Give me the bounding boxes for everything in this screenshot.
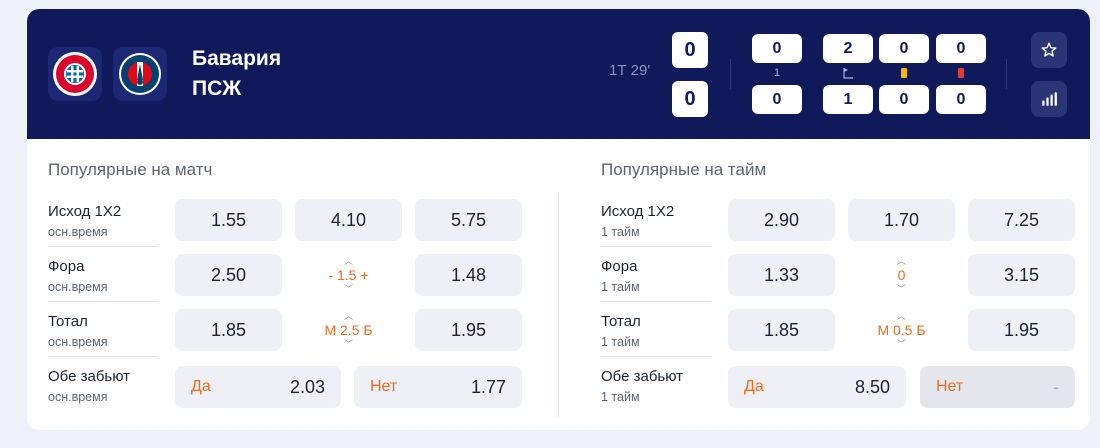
match-markets-title: Популярные на матч bbox=[48, 160, 213, 179]
yes-label: Да bbox=[744, 378, 764, 395]
market-period: осн.время bbox=[48, 280, 108, 294]
odd-button-total-under[interactable]: 1.85 bbox=[175, 309, 282, 351]
chevron-up-icon[interactable]: ︿ bbox=[897, 257, 906, 266]
market-period: 1 тайм bbox=[601, 335, 640, 349]
no-odd: 1.77 bbox=[470, 376, 506, 397]
no-odd: - bbox=[1053, 376, 1059, 397]
star-icon bbox=[1041, 42, 1057, 57]
market-period: осн.время bbox=[48, 225, 108, 239]
market-label: Исход 1Х2 осн.время bbox=[48, 199, 158, 247]
market-label: Тотал осн.время bbox=[48, 309, 158, 357]
stat-home-period: 0 bbox=[752, 34, 802, 63]
market-label: Тотал 1 тайм bbox=[601, 309, 711, 357]
market-name: Тотал bbox=[48, 313, 88, 330]
header-divider bbox=[730, 59, 731, 89]
favorite-button[interactable] bbox=[1031, 32, 1067, 68]
stat-away-yellow: 0 bbox=[879, 85, 929, 114]
chevron-up-icon[interactable]: ︿ bbox=[897, 312, 906, 321]
odd-button-handicap-home[interactable]: 1.33 bbox=[728, 254, 835, 296]
period-label: 1 bbox=[773, 67, 781, 79]
yellow-card-icon bbox=[879, 66, 929, 80]
odd-button-btts-yes[interactable]: Да 8.50 bbox=[728, 366, 906, 408]
odd-button-btts-yes[interactable]: Да 2.03 bbox=[175, 366, 341, 408]
psg-logo bbox=[113, 47, 167, 101]
market-name: Обе забьют bbox=[48, 368, 131, 385]
odd-button-total-over[interactable]: 1.95 bbox=[415, 309, 522, 351]
odd-button-handicap-away[interactable]: 1.48 bbox=[415, 254, 522, 296]
chevron-down-icon[interactable]: ﹀ bbox=[344, 340, 353, 349]
market-period: 1 тайм bbox=[601, 280, 640, 294]
market-name: Фора bbox=[48, 258, 85, 275]
market-label: Обе забьют 1 тайм bbox=[601, 364, 711, 412]
home-score: 0 bbox=[672, 32, 708, 68]
home-team-name: Бавария bbox=[192, 47, 282, 70]
bayern-logo bbox=[48, 47, 102, 101]
away-score: 0 bbox=[672, 81, 708, 117]
odd-button-btts-no[interactable]: Нет 1.77 bbox=[354, 366, 522, 408]
odd-button-home[interactable]: 2.90 bbox=[728, 199, 835, 241]
no-label: Нет bbox=[370, 378, 398, 395]
odd-button-btts-no: Нет - bbox=[920, 366, 1075, 408]
total-line: М 0.5 Б bbox=[877, 322, 926, 338]
stat-away-corners: 1 bbox=[823, 85, 873, 114]
no-label: Нет bbox=[936, 378, 964, 395]
stat-away-red: 0 bbox=[936, 85, 986, 114]
match-period: 1Т 29' bbox=[609, 62, 651, 79]
psg-crest-icon bbox=[119, 53, 161, 95]
chevron-down-icon[interactable]: ﹀ bbox=[897, 340, 906, 349]
market-name: Фора bbox=[601, 258, 638, 275]
chevron-up-icon[interactable]: ︿ bbox=[344, 257, 353, 266]
market-period: осн.время bbox=[48, 390, 108, 404]
handicap-selector[interactable]: ︿ 0 ﹀ bbox=[848, 254, 955, 296]
total-selector[interactable]: ︿ М 2.5 Б ﹀ bbox=[295, 309, 402, 351]
chevron-up-icon[interactable]: ︿ bbox=[344, 312, 353, 321]
market-name: Исход 1Х2 bbox=[601, 203, 675, 220]
market-name: Исход 1Х2 bbox=[48, 203, 122, 220]
odd-button-home[interactable]: 1.55 bbox=[175, 199, 282, 241]
statistics-button[interactable] bbox=[1031, 81, 1067, 117]
total-line: М 2.5 Б bbox=[324, 322, 373, 338]
odd-button-handicap-home[interactable]: 2.50 bbox=[175, 254, 282, 296]
odd-button-away[interactable]: 7.25 bbox=[968, 199, 1075, 241]
market-period: 1 тайм bbox=[601, 390, 640, 404]
stat-home-yellow: 0 bbox=[879, 34, 929, 63]
total-selector[interactable]: ︿ М 0.5 Б ﹀ bbox=[848, 309, 955, 351]
market-label: Фора осн.время bbox=[48, 254, 158, 302]
odd-button-away[interactable]: 5.75 bbox=[415, 199, 522, 241]
half-markets-title: Популярные на тайм bbox=[601, 160, 767, 179]
market-name: Обе забьют bbox=[601, 368, 684, 385]
handicap-line: - 1.5 + bbox=[328, 267, 369, 283]
odd-button-total-under[interactable]: 1.85 bbox=[728, 309, 835, 351]
chevron-down-icon[interactable]: ﹀ bbox=[897, 285, 906, 294]
market-label: Обе забьют осн.время bbox=[48, 364, 158, 412]
market-label: Фора 1 тайм bbox=[601, 254, 711, 302]
yes-label: Да bbox=[191, 378, 211, 395]
market-period: 1 тайм bbox=[601, 225, 640, 239]
match-card: Бавария ПСЖ 1Т 29' 0 0 0 2 0 0 1 0 1 0 0 bbox=[27, 9, 1090, 430]
market-period: осн.время bbox=[48, 335, 108, 349]
handicap-selector[interactable]: ︿ - 1.5 + ﹀ bbox=[295, 254, 402, 296]
stat-away-period: 0 bbox=[752, 85, 802, 114]
chevron-down-icon[interactable]: ﹀ bbox=[344, 285, 353, 294]
market-name: Тотал bbox=[601, 313, 641, 330]
bar-chart-icon bbox=[1042, 92, 1057, 106]
header-divider bbox=[1006, 59, 1007, 89]
odd-button-draw[interactable]: 1.70 bbox=[848, 199, 955, 241]
odd-button-draw[interactable]: 4.10 bbox=[295, 199, 402, 241]
away-team-name: ПСЖ bbox=[192, 77, 242, 100]
bayern-crest-icon bbox=[53, 52, 97, 96]
handicap-line: 0 bbox=[897, 267, 906, 283]
yes-odd: 8.50 bbox=[854, 376, 890, 397]
yes-odd: 2.03 bbox=[289, 376, 325, 397]
red-card-icon bbox=[936, 66, 986, 80]
market-label: Исход 1Х2 1 тайм bbox=[601, 199, 711, 247]
odd-button-handicap-away[interactable]: 3.15 bbox=[968, 254, 1075, 296]
stat-home-red: 0 bbox=[936, 34, 986, 63]
match-header: Бавария ПСЖ 1Т 29' 0 0 0 2 0 0 1 0 1 0 0 bbox=[27, 9, 1090, 139]
corner-icon bbox=[823, 66, 873, 80]
odd-button-total-over[interactable]: 1.95 bbox=[968, 309, 1075, 351]
column-divider bbox=[558, 192, 559, 417]
stat-home-corners: 2 bbox=[823, 34, 873, 63]
